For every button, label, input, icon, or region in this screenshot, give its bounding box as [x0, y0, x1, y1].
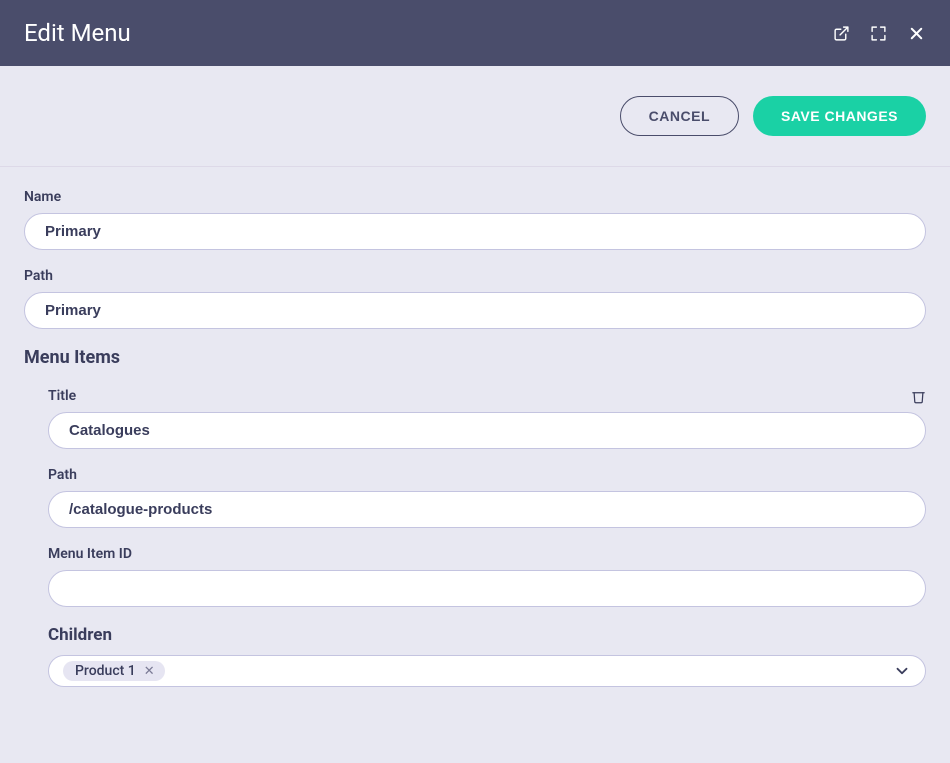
close-icon[interactable]: [907, 24, 926, 43]
menu-item-block: Title Path Menu Item ID Children: [24, 388, 926, 687]
name-input[interactable]: [24, 213, 926, 250]
children-select[interactable]: Product 1 ✕: [48, 655, 926, 687]
children-label: Children: [48, 625, 926, 645]
children-field-group: Children Product 1 ✕: [48, 625, 926, 687]
save-button[interactable]: Save Changes: [753, 96, 926, 136]
item-id-label: Menu Item ID: [48, 546, 926, 562]
name-label: Name: [24, 189, 926, 205]
menu-items-heading: Menu Items: [24, 347, 926, 368]
external-link-icon[interactable]: [833, 25, 850, 42]
item-id-input[interactable]: [48, 570, 926, 607]
form-section: Name Path Menu Items Title Path: [0, 167, 950, 687]
action-bar: Cancel Save Changes: [0, 66, 950, 167]
chip-remove-icon[interactable]: ✕: [142, 664, 157, 679]
modal-title: Edit Menu: [24, 19, 131, 47]
child-chip: Product 1 ✕: [63, 661, 165, 681]
item-path-label: Path: [48, 467, 926, 483]
item-path-field-group: Path: [48, 467, 926, 528]
cancel-button[interactable]: Cancel: [620, 96, 739, 136]
path-input[interactable]: [24, 292, 926, 329]
item-title-field-group: Title: [48, 388, 926, 449]
chevron-down-icon: [893, 662, 911, 680]
child-chip-label: Product 1: [75, 663, 136, 679]
item-title-label: Title: [48, 388, 76, 404]
item-title-input[interactable]: [48, 412, 926, 449]
path-field-group: Path: [24, 268, 926, 329]
item-path-input[interactable]: [48, 491, 926, 528]
header-icons: [833, 24, 926, 43]
item-header-row: Title: [48, 388, 926, 404]
name-field-group: Name: [24, 189, 926, 250]
modal-header: Edit Menu: [0, 0, 950, 66]
trash-icon[interactable]: [911, 389, 926, 404]
expand-icon[interactable]: [870, 25, 887, 42]
item-id-field-group: Menu Item ID: [48, 546, 926, 607]
path-label: Path: [24, 268, 926, 284]
